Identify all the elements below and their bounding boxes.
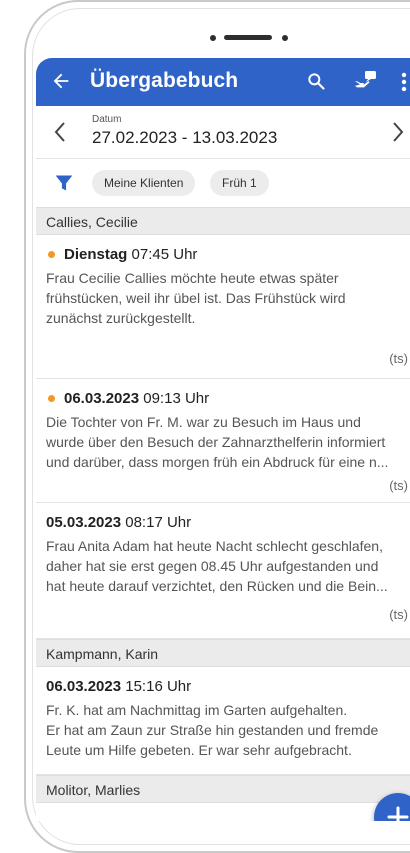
entry-line: Fr. K. hat am Nachmittag im Garten aufge… [46,702,348,718]
page-title: Übergabebuch [90,69,239,92]
filter-chip-shift[interactable]: Früh 1 [210,170,269,196]
date-range-bar: Datum 27.02.2023 - 13.03.2023 [36,106,410,159]
chevron-right-icon[interactable] [392,121,404,143]
entry-signature: (ts) [389,478,408,493]
entry-line: Frau Cecilie Callies möchte heute etwas … [46,270,339,286]
entry-time: 08:17 Uhr [125,514,192,531]
app-screen: Übergabebuch Datum 27.02.2023 - 13.03.20… [36,58,410,821]
entry-line: Frau Anita Adam hat heute Nacht schlecht… [46,538,383,554]
search-icon[interactable] [306,71,326,91]
filter-chip-my-clients[interactable]: Meine Klienten [92,170,196,196]
section-header: Callies, Cecilie [36,207,410,235]
entry-line: Er hat am Zaun zur Straße hin gestanden … [46,722,379,738]
phone-frame: Übergabebuch Datum 27.02.2023 - 13.03.20… [24,0,410,853]
list-item[interactable]: 05.03.2023 08:17 Uhr Frau Anita Adam hat… [36,503,410,639]
back-arrow-icon[interactable] [50,70,72,92]
chevron-left-icon[interactable] [54,121,66,143]
unread-dot [48,394,55,402]
more-vert-icon[interactable] [400,70,408,94]
entry-header: 06.03.2023 15:16 Uhr [46,677,402,697]
entry-line: zunächst zurückgestellt. [46,310,196,326]
handover-list: Callies, Cecilie Dienstag 07:45 Uhr Frau… [36,207,410,803]
date-caption: Datum [92,114,122,125]
entry-time: 07:45 Uhr [131,246,198,263]
entry-date: 06.03.2023 [64,390,140,407]
filter-bar: Meine Klienten Früh 1 [36,159,410,207]
entry-signature: (ts) [389,607,408,622]
entry-text: Die Tochter von Fr. M. war zu Besuch im … [46,412,402,472]
entry-text: Frau Anita Adam hat heute Nacht schlecht… [46,536,402,596]
entry-line: frühstücken, weil ihr übel ist. Das Früh… [46,290,346,306]
entry-line: daher hat sie erst gegen 08.45 Uhr aufge… [46,558,379,574]
entry-line: Die Tochter von Fr. M. war zu Besuch im … [46,414,361,430]
list-item[interactable]: Dienstag 07:45 Uhr Frau Cecilie Callies … [36,235,410,379]
entry-header: 06.03.2023 09:13 Uhr [46,389,402,409]
entry-line: und darüber, dass morgen früh ein Abdruc… [46,454,389,470]
entry-time: 09:13 Uhr [143,390,210,407]
handover-icon[interactable] [352,69,378,93]
entry-signature: (ts) [389,351,408,366]
entry-line: Leute um Hilfe gebeten. Er war sehr aufg… [46,742,352,758]
entry-line: hat heute darauf verzichtet, den Rücken … [46,578,388,594]
entry-date: Dienstag [64,246,128,263]
entry-time: 15:16 Uhr [125,678,192,695]
entry-line: wurde über den Besuch der Zahnarzthelfer… [46,434,386,450]
entry-date: 06.03.2023 [46,678,122,695]
app-bar: Übergabebuch [36,58,410,106]
entry-date: 05.03.2023 [46,514,122,531]
entry-header: 05.03.2023 08:17 Uhr [46,513,402,533]
phone-speaker [202,32,302,42]
list-item[interactable]: 06.03.2023 15:16 Uhr Fr. K. hat am Nachm… [36,667,410,775]
entry-text: Frau Cecilie Callies möchte heute etwas … [46,268,402,328]
filter-icon[interactable] [54,173,74,193]
entry-text: Fr. K. hat am Nachmittag im Garten aufge… [46,700,402,760]
plus-icon [387,806,409,821]
list-item[interactable]: 06.03.2023 09:13 Uhr Die Tochter von Fr.… [36,379,410,503]
unread-dot [48,250,55,258]
date-range-value[interactable]: 27.02.2023 - 13.03.2023 [92,128,277,148]
section-header: Molitor, Marlies [36,775,410,803]
entry-header: Dienstag 07:45 Uhr [46,245,402,265]
section-header: Kampmann, Karin [36,639,410,667]
